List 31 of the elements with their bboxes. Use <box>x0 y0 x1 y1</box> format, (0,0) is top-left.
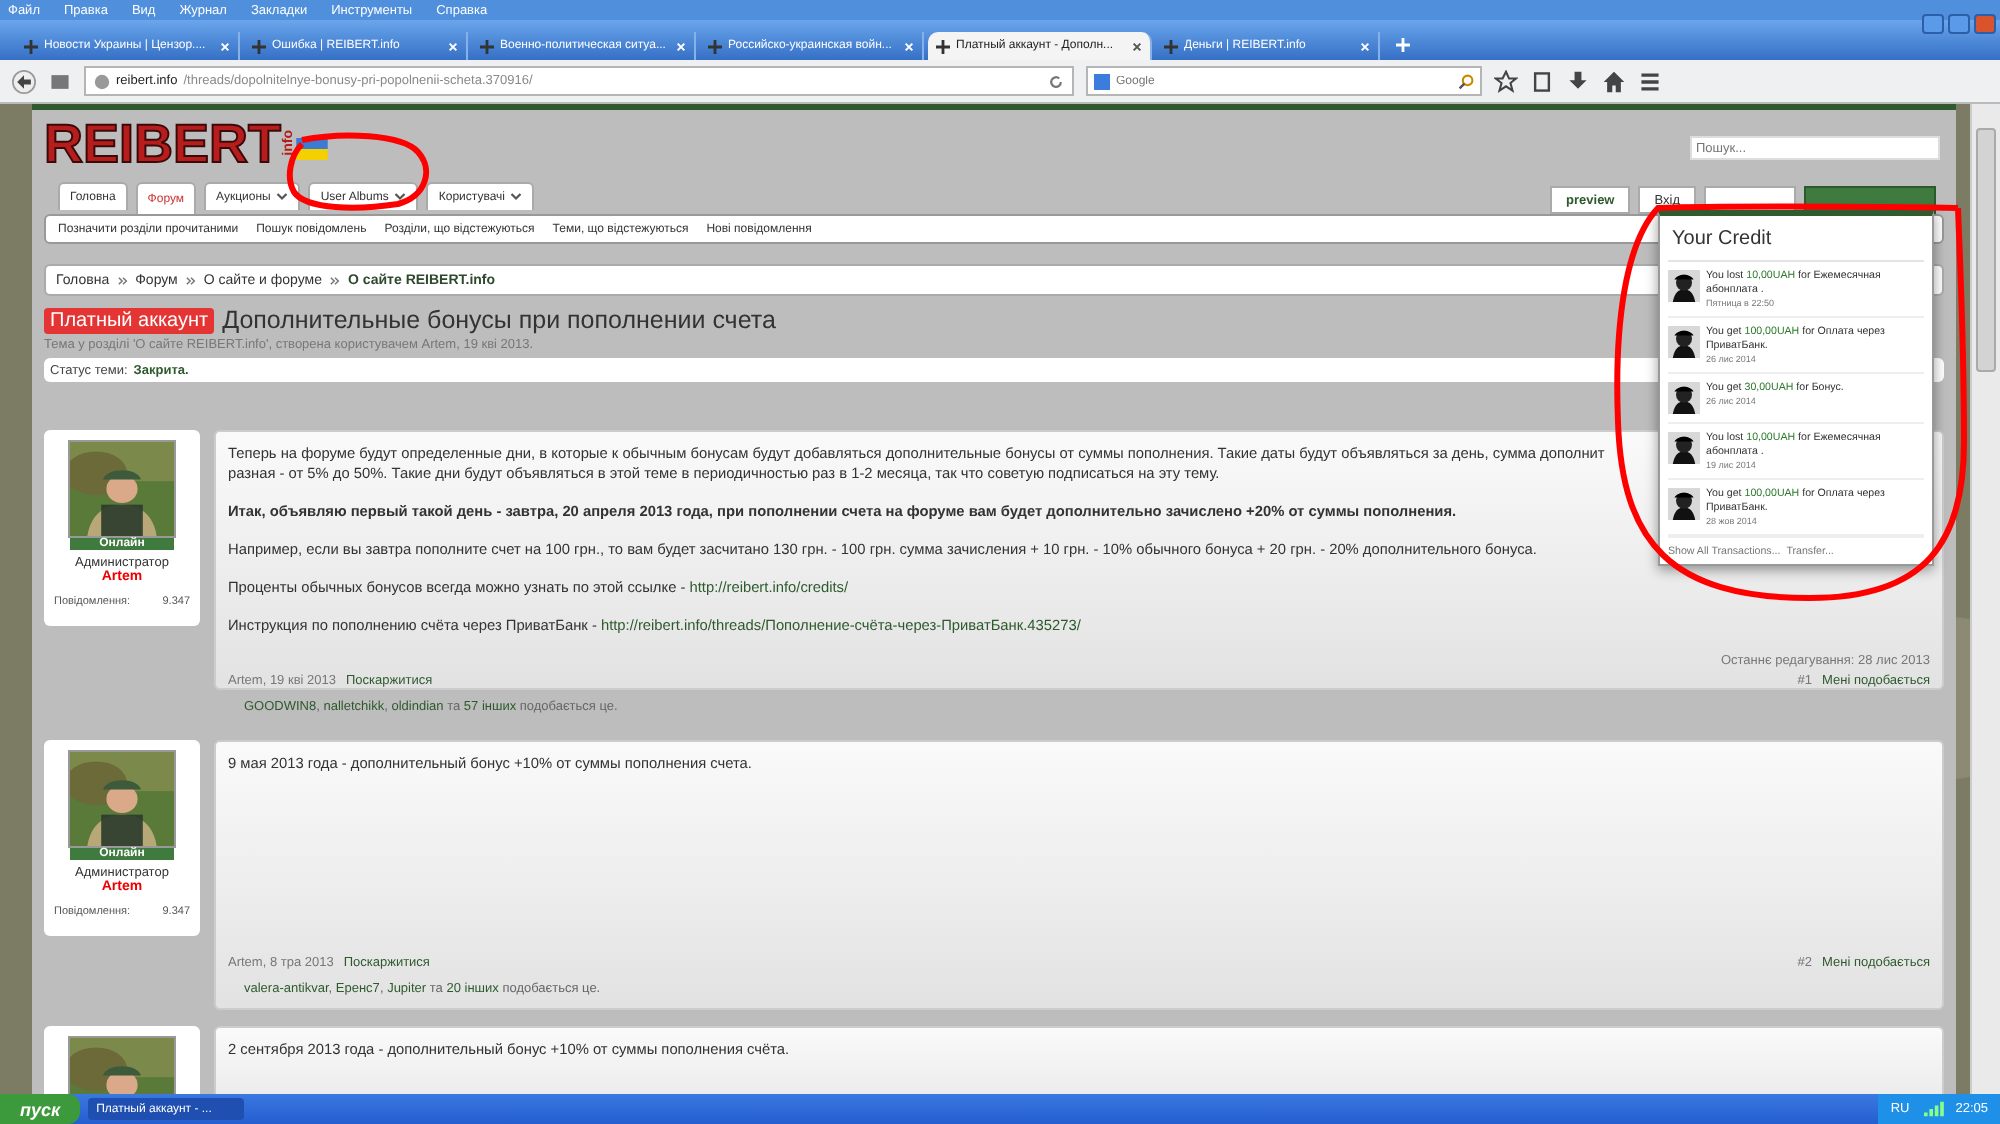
home-icon[interactable] <box>1602 69 1626 93</box>
cross-icon <box>24 39 38 53</box>
start-button[interactable]: пуск <box>0 1094 81 1124</box>
download-icon[interactable] <box>1566 69 1590 93</box>
caret-icon <box>394 192 407 202</box>
chevron-icon <box>329 275 340 285</box>
chevron-icon <box>185 275 196 285</box>
page-icon <box>48 69 72 93</box>
thread-title: Дополнительные бонусы при пополнении счета <box>222 306 776 334</box>
thread-prefix: Платный аккаунт <box>44 307 215 333</box>
cross-icon <box>708 39 722 53</box>
back-icon[interactable] <box>12 69 36 93</box>
caret-icon <box>510 192 523 202</box>
caret-icon <box>276 192 289 202</box>
new-tab-icon[interactable] <box>1396 38 1410 52</box>
minimize-button[interactable] <box>1922 14 1944 34</box>
reload-icon[interactable] <box>1048 73 1064 89</box>
popup-title: Your Credit <box>1668 216 1924 262</box>
search-icon[interactable] <box>1458 73 1474 89</box>
cross-icon <box>936 39 950 53</box>
cross-icon <box>252 39 266 53</box>
cross-icon <box>1164 39 1178 53</box>
menu-icon[interactable] <box>1638 69 1662 93</box>
flag-icon <box>295 138 328 160</box>
close-icon[interactable] <box>1132 41 1142 51</box>
cross-icon <box>480 39 494 53</box>
scrollbar[interactable] <box>1970 104 2000 1094</box>
star-icon[interactable] <box>1494 69 1518 93</box>
chevron-icon <box>117 275 128 285</box>
restore-button[interactable] <box>1948 14 1970 34</box>
signal-icon <box>1921 1100 1944 1118</box>
